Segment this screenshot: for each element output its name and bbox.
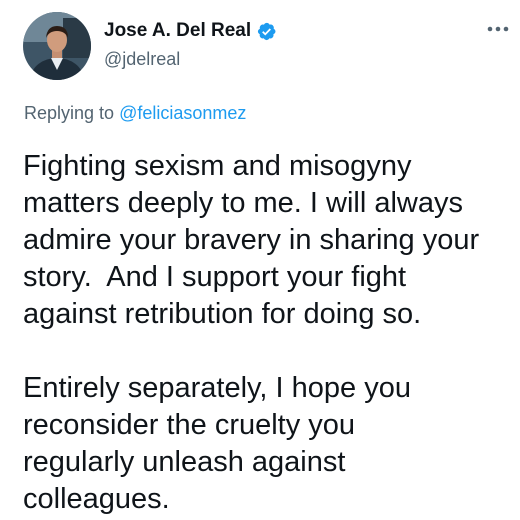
more-options-icon[interactable] [484,18,512,40]
author-handle[interactable]: @jdelreal [104,49,180,70]
tweet-text-line: matters deeply to me. I will always [23,187,463,219]
tweet-text: Fighting sexism and misogyny matters dee… [23,148,520,518]
tweet-text-line: colleagues. [23,483,170,515]
tweet: Jose A. Del Real @jdelreal Replying to @… [0,0,520,520]
tweet-text-line: reconsider the cruelty you [23,409,356,441]
replying-to-handle-link[interactable]: @feliciasonmez [119,103,246,123]
verified-badge-icon [256,21,277,42]
tweet-text-line: story. And I support your fight [23,261,407,293]
tweet-text-line: Entirely separately, I hope you [23,372,411,404]
profile-photo-icon [23,12,91,80]
avatar[interactable] [23,12,91,80]
tweet-text-line: regularly unleash against [23,446,346,478]
author-name-row: Jose A. Del Real [104,20,277,42]
replying-to-line: Replying to @feliciasonmez [24,103,246,124]
tweet-text-line: admire your bravery in sharing your [23,224,480,256]
tweet-text-line: against retribution for doing so. [23,298,422,330]
replying-to-prefix: Replying to [24,103,120,123]
author-display-name[interactable]: Jose A. Del Real [104,20,251,42]
tweet-text-line: Fighting sexism and misogyny [23,150,412,182]
